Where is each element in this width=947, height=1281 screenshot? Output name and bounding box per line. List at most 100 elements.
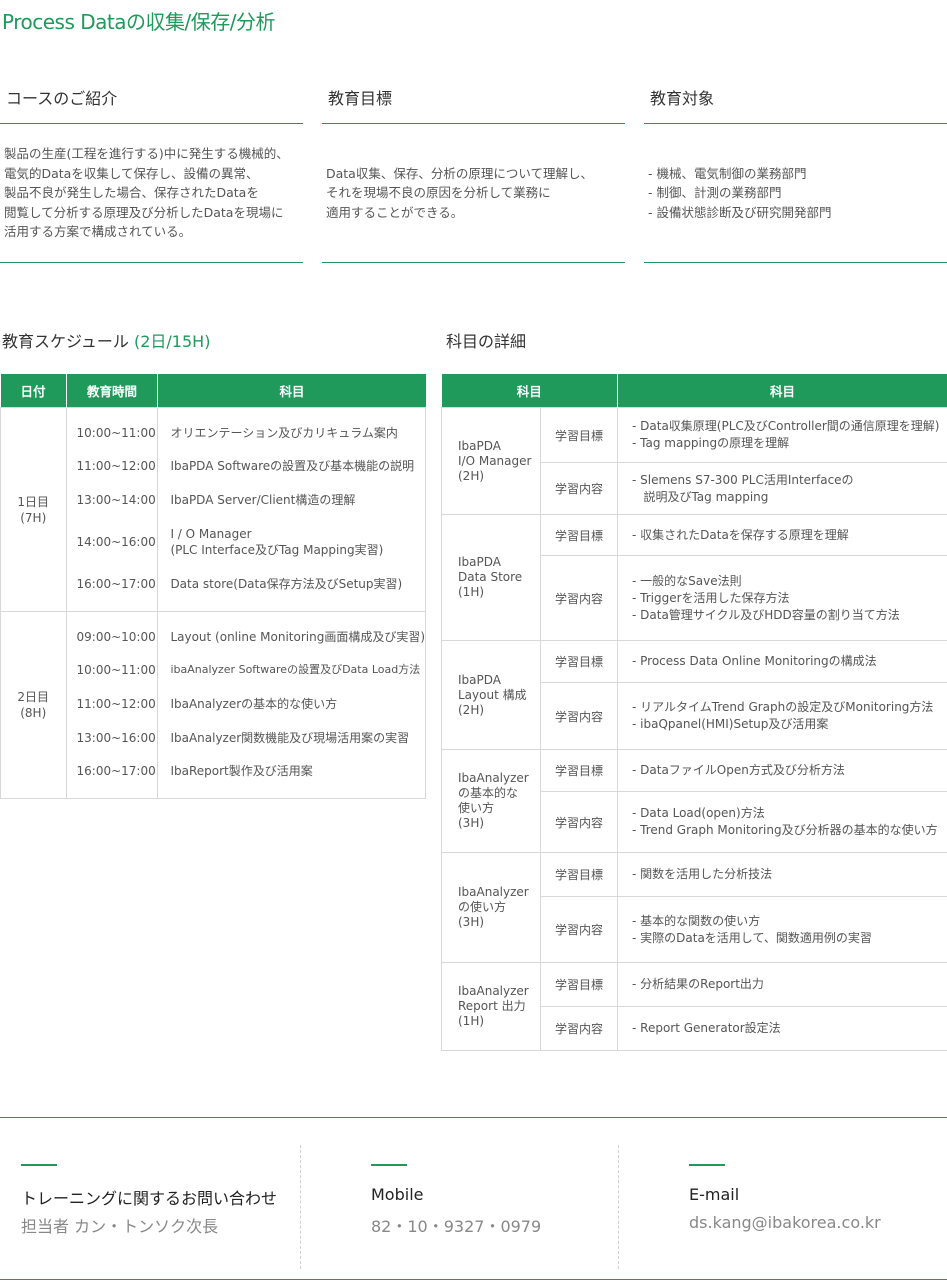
time-slot: 10:00~11:00	[76, 425, 156, 440]
detail-desc: - 分析結果のReport出力	[617, 962, 947, 1007]
time-slot: 10:00~11:00	[76, 663, 156, 678]
intro-line: 活用する方案で構成されている。	[4, 224, 192, 240]
detail-kind: 学習目標	[540, 407, 618, 463]
time-slot: 13:00~16:00	[76, 730, 156, 745]
subject-item: Layout (online Monitoring画面構成及び実習)	[170, 629, 425, 644]
col-subject: 科目	[441, 374, 618, 408]
detail-desc: - Slemens S7-300 PLC活用Interfaceの 説明及びTag…	[617, 462, 947, 515]
contact-label: E-mail	[689, 1185, 740, 1204]
subject-line: (PLC Interface及びTag Mapping実習)	[170, 542, 384, 557]
detail-subject: IbaAnalyzer の使い方 (3H)	[441, 852, 541, 963]
time-slot: 14:00~16:00	[76, 534, 156, 549]
detail-subject: IbaPDA Data Store (1H)	[441, 514, 541, 641]
footer-top-rule	[0, 1117, 947, 1118]
contact-value[interactable]: 82・10・9327・0979	[371, 1213, 541, 1237]
detail-subject-line: IbaAnalyzer	[458, 984, 529, 998]
detail-kind: 学習内容	[540, 682, 618, 750]
day-cell: 1日目 (7H)	[0, 407, 67, 612]
detail-line: - Tag mappingの原理を理解	[632, 436, 790, 450]
detail-subject-line: (1H)	[458, 1014, 485, 1028]
detail-line: - ibaQpanel(HMI)Setup及び活用案	[632, 717, 829, 731]
intro-goal: 教育目標 Data収集、保存、分析の原理について理解し、 それを現場不良の原因を…	[322, 86, 625, 263]
detail-kind: 学習内容	[540, 555, 618, 641]
detail-line: - Process Data Online Monitoringの構成法	[632, 654, 877, 668]
detail-subject-line: IbaPDA	[458, 672, 501, 687]
detail-line: - Trend Graph Monitoring及び分析器の基本的な使い方	[632, 823, 938, 837]
intro-body: - 機械、電気制御の業務部門 - 制御、計測の業務部門 - 設備状態診断及び研究…	[644, 124, 947, 263]
subject-item: IbaPDA Softwareの設置及び基本機能の説明	[170, 459, 415, 474]
detail-line: - 基本的な関数の使い方	[632, 913, 761, 928]
col-subject: 科目	[157, 374, 426, 408]
schedule-table: 日付 教育時間 科目 1日目 (7H) 10:00~11:00 11:00~12…	[0, 374, 426, 799]
detail-desc: - DataファイルOpen方式及び分析方法	[617, 749, 947, 792]
subject-item: ibaAnalyzer Softwareの設置及びData Load方法	[170, 663, 421, 677]
detail-line: 説明及びTag mapping	[632, 489, 769, 504]
day-hours: (7H)	[20, 510, 47, 525]
detail-subject-line: (3H)	[458, 915, 485, 929]
detail-row: IbaPDA Layout 構成 (2H) 学習目標 - Process Dat…	[441, 640, 947, 750]
detail-subject-line: (2H)	[458, 702, 485, 717]
time-slot: 16:00~17:00	[76, 576, 156, 591]
detail-kind: 学習目標	[540, 749, 618, 792]
detail-kind: 学習内容	[540, 462, 618, 515]
contact-label: Mobile	[371, 1185, 424, 1204]
detail-line: - 収集されたDataを保存する原理を理解	[632, 527, 849, 542]
intro-line: - 設備状態診断及び研究開発部門	[648, 204, 832, 220]
detail-desc: - Data Load(open)方法 - Trend Graph Monito…	[617, 791, 947, 853]
intro-line: - 機械、電気制御の業務部門	[648, 165, 807, 181]
detail-subject-line: IbaAnalyzer	[458, 885, 529, 899]
detail-subject: IbaAnalyzer の基本的な 使い方 (3H)	[441, 749, 541, 853]
detail-kind: 学習目標	[540, 852, 618, 897]
detail-subject-line: Report 出力	[458, 999, 526, 1013]
detail-line: - DataファイルOpen方式及び分析方法	[632, 763, 845, 777]
intro-line: - 制御、計測の業務部門	[648, 185, 782, 201]
detail-desc: - 収集されたDataを保存する原理を理解	[617, 514, 947, 556]
subject-item: オリエンテーション及びカリキュラム案内	[170, 425, 398, 440]
detail-line: - 実際のDataを活用して、関数適用例の実習	[632, 930, 872, 945]
detail-subject-line: Layout 構成	[458, 687, 527, 702]
intro-heading: コースのご紹介	[0, 86, 303, 124]
time-slot: 16:00~17:00	[76, 764, 156, 779]
detail-subject-line: (1H)	[458, 585, 485, 599]
detail-line: - Data管理サイクル及びHDD容量の割り当て方法	[632, 607, 900, 622]
subject-line: I / O Manager	[170, 526, 252, 541]
contact-email-link[interactable]: ds.kang@ibakorea.co.kr	[689, 1213, 881, 1232]
detail-kind: 学習目標	[540, 514, 618, 556]
accent-bar	[689, 1164, 725, 1166]
times-cell: 10:00~11:00 11:00~12:00 13:00~14:00 14:0…	[65, 407, 159, 612]
detail-subject-line: Data Store	[458, 570, 523, 584]
intro-body: 製品の生産(工程を進行する)中に発生する機械的、 電気的Dataを収集して保存し…	[0, 124, 303, 263]
schedule-heading-text: 教育スケジュール	[2, 332, 129, 351]
detail-kind: 学習内容	[540, 896, 618, 963]
detail-desc: - リアルタイムTrend Graphの設定及びMonitoring方法 - i…	[617, 682, 947, 750]
day-label: 1日目	[17, 494, 50, 509]
intro-target: 教育対象 - 機械、電気制御の業務部門 - 制御、計測の業務部門 - 設備状態診…	[644, 86, 947, 263]
detail-subject-line: 使い方	[458, 801, 495, 815]
detail-line: - 関数を活用した分析技法	[632, 867, 773, 881]
detail-subject-line: I/O Manager	[458, 453, 532, 468]
page-title: Process Dataの収集/保存/分析	[2, 10, 275, 34]
intro-line: 閲覧して分析する原理及び分析したDataを現場に	[4, 204, 284, 220]
col-date: 日付	[0, 374, 67, 408]
contact-mobile: Mobile 82・10・9327・0979	[371, 1145, 611, 1269]
col-time: 教育時間	[66, 374, 159, 408]
detail-row: IbaAnalyzer の使い方 (3H) 学習目標 - 関数を活用した分析技法	[441, 852, 947, 963]
detail-kind: 学習内容	[540, 791, 618, 853]
intro-heading: 教育対象	[644, 86, 947, 124]
intro-line: 適用することができる。	[326, 204, 464, 220]
detail-line: - Report Generator設定法	[632, 1021, 781, 1035]
time-slot: 11:00~12:00	[76, 696, 156, 711]
subject-item: IbaPDA Server/Client構造の理解	[170, 492, 356, 507]
time-slot: 11:00~12:00	[76, 459, 156, 474]
detail-row: IbaPDA I/O Manager (2H) 学習目標 - Data収集原理(…	[441, 407, 947, 515]
intro-line: 製品の生産(工程を進行する)中に発生する機械的、	[4, 146, 289, 162]
detail-table: 科目 科目 IbaPDA I/O Manager (2H) 学習目標 - Dat…	[441, 374, 947, 1051]
intro-heading: 教育目標	[322, 86, 625, 124]
detail-subject-line: の基本的な	[458, 786, 519, 800]
schedule-day-row: 2日目 (8H) 09:00~10:00 10:00~11:00 11:00~1…	[0, 611, 426, 799]
detail-subject-line: の使い方	[458, 900, 507, 914]
accent-bar	[21, 1164, 57, 1166]
detail-heading: 科目の詳細	[446, 332, 527, 351]
detail-line: - Slemens S7-300 PLC活用Interfaceの	[632, 472, 854, 487]
detail-desc: - Data収集原理(PLC及びController間の通信原理を理解) - T…	[617, 407, 947, 463]
